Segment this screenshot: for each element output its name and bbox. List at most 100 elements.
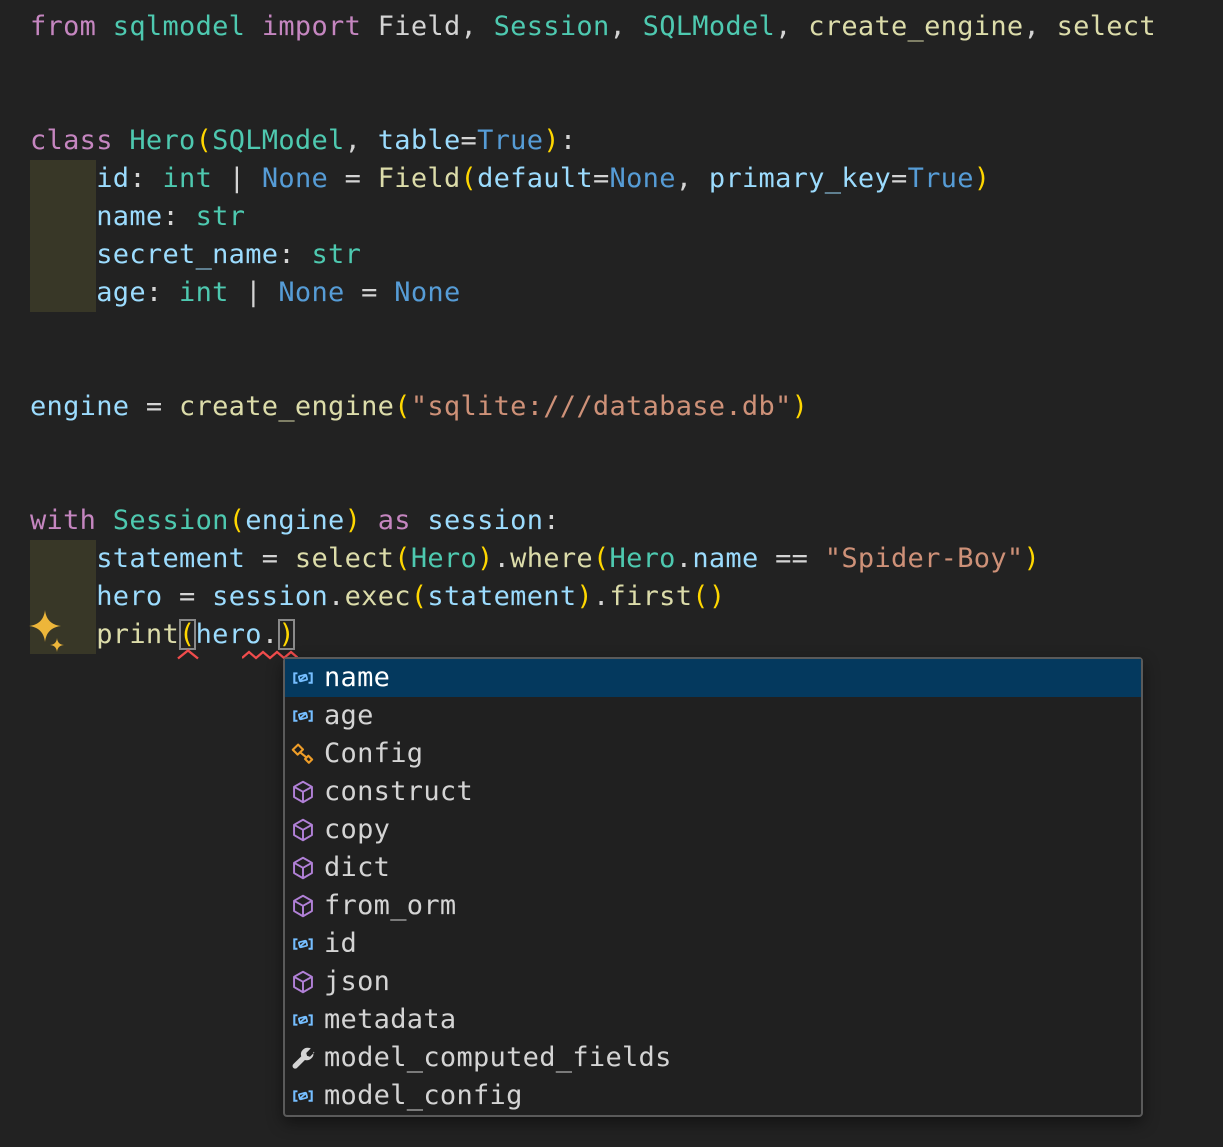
symbol-variable-icon [290,703,316,729]
code-token: Session [112,505,229,536]
code-token: ( [460,163,478,194]
symbol-method-icon [290,969,316,995]
code-line: class Hero(SQLModel, table=True): [0,122,1223,160]
code-line: secret_name: str [0,236,1223,274]
code-token: name [96,201,163,232]
suggest-item-model_computed_fields[interactable]: model_computed_fields [285,1039,1141,1077]
code-token: ) [708,581,726,612]
code-token: : [278,239,312,270]
symbol-property-icon [290,1045,316,1071]
code-token: . [493,543,511,574]
code-token: Hero [129,125,196,156]
code-token: : [145,277,180,308]
code-token: : [559,125,577,156]
code-token: . [675,543,693,574]
symbol-variable-icon [290,931,316,957]
code-token: ) [344,505,362,536]
matched-bracket: ) [278,619,295,650]
code-token: Session [493,11,610,42]
symbol-class-icon [290,741,316,767]
code-token: from [30,11,97,42]
code-token: ( [394,391,411,422]
code-token: = [328,163,378,194]
code-token: where [510,543,593,574]
code-token: : [162,201,196,232]
code-token: "sqlite:///database.db" [410,391,792,422]
code-token: create_engine [179,391,395,422]
code-token: True [907,163,974,194]
symbol-variable-icon [290,1083,316,1109]
suggest-item-label: model_computed_fields [324,1042,672,1073]
suggest-item-metadata[interactable]: metadata [285,1001,1141,1039]
code-token: int [179,277,229,308]
code-token: : [129,163,163,194]
code-token: print [96,619,180,650]
code-token: primary_key [708,163,891,194]
code-token: Hero [609,543,676,574]
code-token: statement [427,581,577,612]
suggest-item-model_config[interactable]: model_config [285,1077,1141,1115]
code-token: = [129,391,180,422]
copilot-sparkle-icon[interactable] [22,604,78,660]
matched-bracket: ( [179,619,196,650]
code-token: table [377,125,461,156]
code-token: True [477,125,544,156]
suggest-item-dict[interactable]: dict [285,849,1141,887]
code-token: str [311,239,362,270]
code-token: engine [245,505,345,536]
code-token: == [758,543,825,574]
code-token: class [30,125,113,156]
code-token: str [195,201,246,232]
code-token: = [460,125,478,156]
code-token: ) [543,125,560,156]
code-token: import [261,11,362,42]
code-token: = [162,581,213,612]
code-line: from sqlmodel import Field, Session, SQL… [0,8,1223,46]
code-token: , [775,11,809,42]
suggest-item-from_orm[interactable]: from_orm [285,887,1141,925]
suggest-item-Config[interactable]: Config [285,735,1141,773]
suggest-item-label: name [324,662,391,693]
code-token: = [891,163,908,194]
code-token: , [675,163,709,194]
code-token: SQLModel [212,125,345,156]
code-token: . [592,581,610,612]
code-token: name [692,543,759,574]
code-token: Field [377,11,461,42]
code-token: "Spider-Boy" [824,543,1024,574]
code-token: ( [410,581,428,612]
code-token: , [344,125,378,156]
code-token: select [294,543,395,574]
code-token: , [460,11,494,42]
code-line: id: int | None = Field(default=None, pri… [0,160,1223,198]
code-token: create_engine [808,11,1024,42]
code-token: . [261,619,279,650]
code-token: session [427,505,544,536]
suggest-item-copy[interactable]: copy [285,811,1141,849]
code-token: | [228,277,279,308]
code-token: None [609,163,676,194]
suggest-item-age[interactable]: age [285,697,1141,735]
suggest-item-construct[interactable]: construct [285,773,1141,811]
code-token: , [609,11,643,42]
suggest-item-id[interactable]: id [285,925,1141,963]
code-line: with Session(engine) as session: [0,502,1223,540]
suggest-item-label: Config [324,738,424,769]
code-token: ) [477,543,494,574]
suggest-item-name[interactable]: name [285,659,1141,697]
suggest-item-json[interactable]: json [285,963,1141,1001]
code-token: None [394,277,461,308]
code-token: int [162,163,213,194]
suggest-item-label: copy [324,814,391,845]
